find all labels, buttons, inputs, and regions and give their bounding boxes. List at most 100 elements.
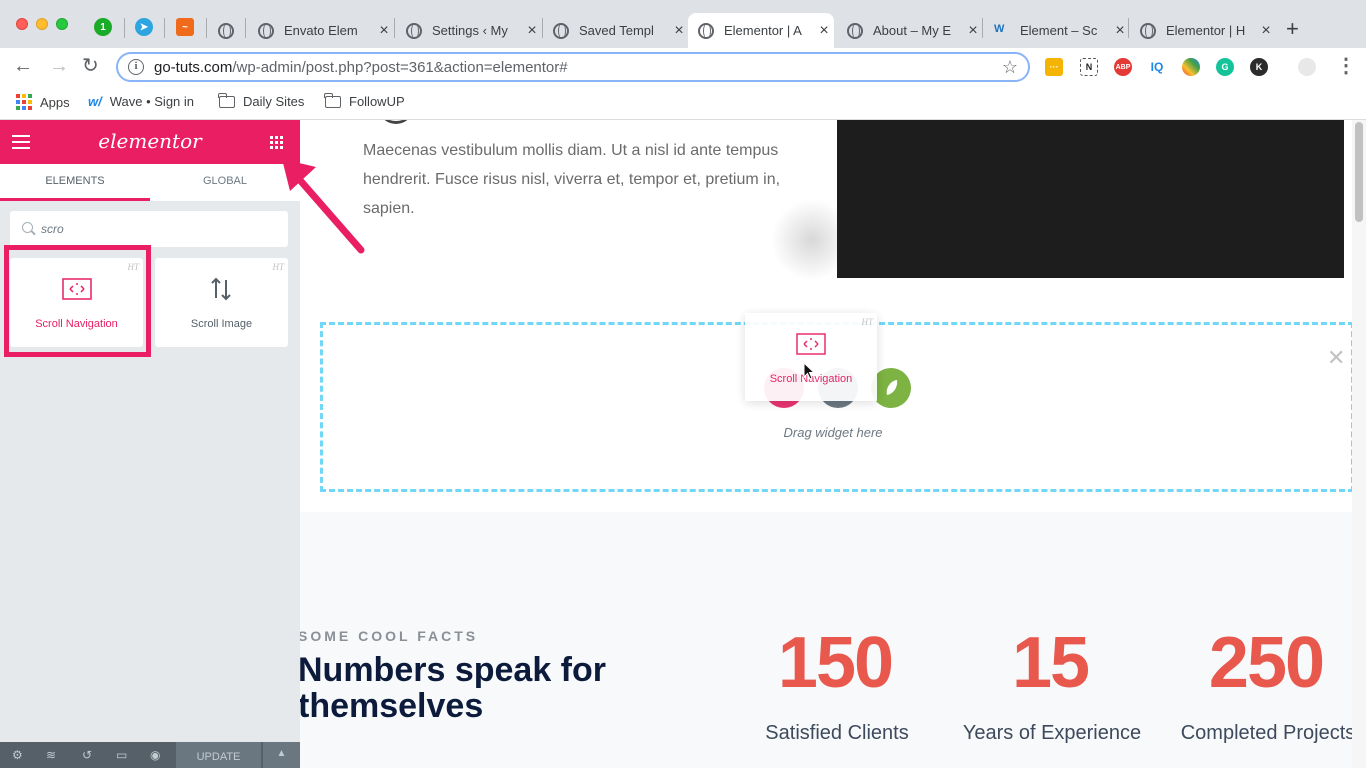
stat-value: 150 — [777, 623, 894, 703]
tab-close-icon[interactable]: × — [1112, 22, 1128, 40]
tab-saved-templates[interactable]: Saved Templ × — [543, 13, 689, 48]
minimize-window-button[interactable] — [36, 18, 48, 30]
decor-circle — [378, 120, 414, 124]
panel-header: elementor — [0, 120, 300, 164]
responsive-desktop-icon[interactable]: ▭ — [116, 748, 127, 762]
tab-element-scroll[interactable]: W Element – Sc × — [984, 13, 1130, 48]
globe-icon — [406, 22, 422, 39]
extension-adblock-icon[interactable]: ABP — [1114, 58, 1132, 76]
forward-arrow-icon[interactable]: → — [49, 56, 69, 76]
preview-eye-icon[interactable]: ◉ — [150, 748, 160, 762]
tab-close-icon[interactable]: × — [671, 22, 687, 40]
apps-grid-icon — [16, 94, 32, 110]
tab-close-icon[interactable]: × — [816, 22, 832, 40]
tab-close-icon[interactable]: × — [524, 22, 540, 40]
bookmark-star-icon[interactable]: ☆ — [1002, 57, 1018, 78]
body-paragraph: Maecenas vestibulum mollis diam. Ut a ni… — [363, 142, 781, 217]
chevron-up-icon[interactable]: ▲ — [263, 742, 300, 768]
search-icon — [22, 222, 33, 233]
tab-elementor-h[interactable]: Elementor | H × — [1130, 13, 1276, 48]
scroll-navigation-icon — [796, 333, 826, 355]
elementor-logo: elementor — [98, 129, 202, 153]
mouse-cursor-icon — [803, 362, 816, 380]
tab-elementor-active[interactable]: Elementor | A × — [688, 13, 834, 48]
stat-value: 250 — [1208, 623, 1325, 703]
tab-close-icon[interactable]: × — [965, 22, 981, 40]
widget-search-input[interactable]: scro — [10, 211, 288, 247]
navigator-layers-icon[interactable]: ≋ — [46, 748, 56, 762]
url-text: go-tuts.com/wp-admin/post.php?post=361&a… — [154, 58, 568, 76]
decor-map-image — [770, 200, 840, 280]
globe-icon — [698, 22, 714, 39]
maximize-window-button[interactable] — [56, 18, 68, 30]
facts-kicker: SOME COOL FACTS — [300, 628, 479, 644]
elementor-panel: elementor ELEMENTS GLOBAL scro HT Scroll… — [0, 120, 300, 768]
menu-kebab-icon[interactable]: ⋮ — [1336, 56, 1356, 76]
profile-avatar[interactable] — [1298, 58, 1316, 76]
bookmark-daily-sites[interactable]: Daily Sites — [218, 92, 304, 109]
pinned-tab-1[interactable]: 1 — [94, 18, 112, 36]
stat-label: Years of Experience — [962, 722, 1142, 744]
folder-icon — [218, 92, 235, 108]
tab-envato[interactable]: Envato Elem × — [248, 13, 394, 48]
globe-icon — [1140, 22, 1156, 39]
scroll-image-icon — [211, 277, 231, 301]
close-icon[interactable]: ✕ — [1327, 345, 1345, 371]
extension-notes-icon[interactable]: ··· — [1045, 58, 1063, 76]
settings-gear-icon[interactable]: ⚙ — [12, 748, 23, 762]
extension-notion-icon[interactable]: N — [1080, 58, 1098, 76]
bookmark-apps[interactable]: Apps — [16, 94, 70, 110]
facts-heading: Numbers speak for themselves — [300, 651, 606, 725]
scrollbar-thumb[interactable] — [1355, 122, 1363, 222]
leaf-icon — [886, 380, 898, 395]
widgets-grid-icon[interactable] — [270, 136, 283, 149]
stat-value: 15 — [1011, 623, 1090, 703]
bookmarks-bar: Apps w/ Wave • Sign in Daily Sites Follo… — [0, 86, 1366, 120]
tab-elements[interactable]: ELEMENTS — [0, 164, 150, 201]
address-bar[interactable]: i go-tuts.com/wp-admin/post.php?post=361… — [116, 52, 1030, 82]
reload-icon[interactable]: ↻ — [82, 56, 99, 76]
dark-image — [837, 120, 1344, 278]
dragging-widget-ghost: HT Scroll Navigation — [745, 313, 877, 401]
pinned-tab-telegram[interactable]: ➤ — [135, 18, 153, 36]
extension-iq-icon[interactable]: IQ — [1148, 58, 1166, 76]
folder-icon — [324, 92, 341, 108]
globe-icon — [553, 22, 569, 39]
annotation-arrow-icon — [282, 159, 365, 254]
info-icon[interactable]: i — [128, 59, 144, 75]
tab-close-icon[interactable]: × — [1258, 22, 1274, 40]
extension-k-icon[interactable]: K — [1250, 58, 1268, 76]
history-icon[interactable]: ↺ — [82, 748, 92, 762]
browser-toolbar: ← → ↻ i go-tuts.com/wp-admin/post.php?po… — [0, 48, 1366, 86]
bookmark-wave[interactable]: w/ Wave • Sign in — [88, 94, 194, 109]
wave-icon: w/ — [88, 94, 102, 109]
page-preview: Maecenas vestibulum mollis diam. Ut a ni… — [300, 120, 1366, 768]
extension-color-icon[interactable] — [1182, 58, 1200, 76]
extension-grammarly-icon[interactable]: G — [1216, 58, 1234, 76]
new-tab-button[interactable]: + — [1286, 16, 1299, 42]
tab-close-icon[interactable]: × — [376, 22, 392, 40]
tab-about[interactable]: About – My E × — [837, 13, 983, 48]
back-arrow-icon[interactable]: ← — [13, 56, 33, 76]
facts-section: SOME COOL FACTS Numbers speak for themse… — [300, 512, 1366, 768]
page-scrollbar[interactable] — [1352, 120, 1366, 768]
panel-footer: ⚙ ≋ ↺ ▭ ◉ UPDATE ▲ — [0, 742, 300, 768]
globe-icon — [847, 22, 863, 39]
stat-label: Satisfied Clients — [765, 722, 909, 744]
bookmark-followup[interactable]: FollowUP — [324, 92, 405, 109]
close-window-button[interactable] — [16, 18, 28, 30]
globe-icon — [218, 22, 234, 39]
highlight-box — [4, 245, 151, 357]
envato-elements-button[interactable] — [871, 368, 911, 408]
drag-hint: Drag widget here — [783, 425, 883, 440]
browser-tab-bar: 1 ➤ ~ Envato Elem × Settings ‹ My × Save… — [0, 0, 1366, 48]
panel-tabs: ELEMENTS GLOBAL — [0, 164, 300, 201]
pinned-tab-analytics[interactable]: ~ — [176, 18, 194, 36]
wpdev-icon: W — [994, 22, 1005, 35]
stat-label: Completed Projects — [1180, 722, 1356, 744]
tab-settings[interactable]: Settings ‹ My × — [396, 13, 542, 48]
update-button[interactable]: UPDATE — [176, 742, 261, 768]
pinned-tab-globe[interactable] — [208, 13, 244, 48]
globe-icon — [258, 22, 274, 39]
widget-scroll-image[interactable]: HT Scroll Image — [155, 258, 288, 347]
